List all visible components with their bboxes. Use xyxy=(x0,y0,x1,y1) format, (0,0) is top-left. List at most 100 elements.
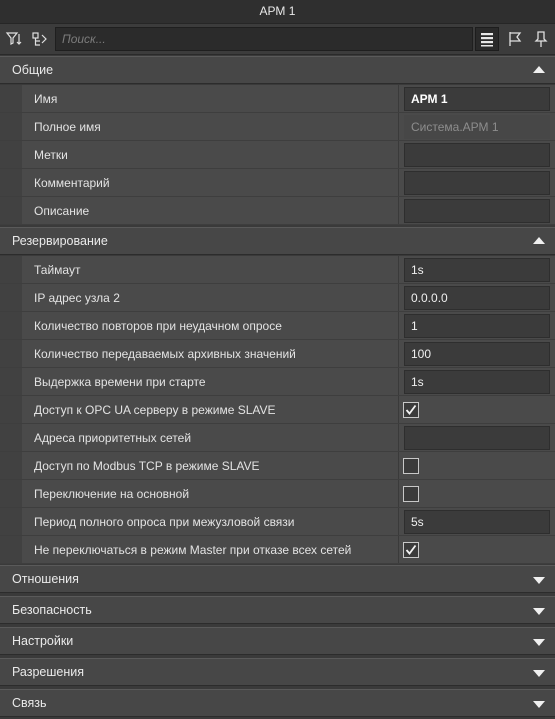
toolbar xyxy=(0,24,555,55)
column-divider[interactable] xyxy=(398,508,399,535)
section-header-general[interactable]: Общие xyxy=(0,56,555,84)
list-view-button[interactable] xyxy=(475,27,499,51)
column-divider[interactable] xyxy=(398,141,399,168)
property-label: Метки xyxy=(34,148,68,162)
flag-button[interactable] xyxy=(503,27,527,51)
expand-arrow-icon[interactable] xyxy=(533,577,545,584)
priority-networks-field[interactable] xyxy=(404,426,550,450)
section-title: Безопасность xyxy=(12,603,92,617)
node2-ip-field[interactable]: 0.0.0.0 xyxy=(404,286,550,310)
tree-collapse-icon xyxy=(32,32,47,46)
archive-count-field[interactable]: 100 xyxy=(404,342,550,366)
property-label: Доступ к OPC UA серверу в режиме SLAVE xyxy=(34,403,276,417)
collapse-arrow-icon[interactable] xyxy=(533,237,545,244)
property-label: Количество повторов при неудачном опросе xyxy=(34,319,282,333)
flag-icon xyxy=(509,32,522,46)
collapse-arrow-icon[interactable] xyxy=(533,66,545,73)
property-row-full-name: Полное имя Система.АРМ 1 xyxy=(0,113,555,141)
property-label: Адреса приоритетных сетей xyxy=(34,431,192,445)
pin-icon xyxy=(534,31,548,47)
property-label: Доступ по Modbus TCP в режиме SLAVE xyxy=(34,459,260,473)
full-name-field: Система.АРМ 1 xyxy=(404,115,550,139)
property-label: Период полного опроса при межузловой свя… xyxy=(34,515,295,529)
property-row-retry-count: Количество повторов при неудачном опросе… xyxy=(0,312,555,340)
property-row-no-master-switch: Не переключаться в режим Master при отка… xyxy=(0,536,555,564)
property-label: Полное имя xyxy=(34,120,101,134)
property-row-description: Описание xyxy=(0,197,555,225)
column-divider[interactable] xyxy=(398,113,399,140)
retry-count-field[interactable]: 1 xyxy=(404,314,550,338)
description-field[interactable] xyxy=(404,199,550,223)
column-divider[interactable] xyxy=(398,368,399,395)
property-row-timeout: Таймаут 1s xyxy=(0,256,555,284)
section-header-settings[interactable]: Настройки xyxy=(0,627,555,655)
property-row-archive-count: Количество передаваемых архивных значени… xyxy=(0,340,555,368)
column-divider[interactable] xyxy=(398,312,399,339)
window-title: АРМ 1 xyxy=(0,0,555,24)
pin-button[interactable] xyxy=(529,27,553,51)
search-input[interactable] xyxy=(55,27,473,51)
expand-arrow-icon[interactable] xyxy=(533,670,545,677)
expand-arrow-icon[interactable] xyxy=(533,639,545,646)
opcua-slave-checkbox[interactable] xyxy=(403,402,419,418)
property-row-name: Имя АРМ 1 xyxy=(0,85,555,113)
collapse-expand-button[interactable] xyxy=(28,27,52,51)
column-divider[interactable] xyxy=(398,197,399,224)
property-label: Не переключаться в режим Master при отка… xyxy=(34,543,352,557)
property-label: Описание xyxy=(34,204,90,218)
comment-field[interactable] xyxy=(404,171,550,195)
section-title: Резервирование xyxy=(12,234,108,248)
section-header-relations[interactable]: Отношения xyxy=(0,565,555,593)
section-title: Настройки xyxy=(12,634,74,648)
checkmark-icon xyxy=(405,404,417,415)
column-divider[interactable] xyxy=(398,452,399,479)
section-header-permissions[interactable]: Разрешения xyxy=(0,658,555,686)
tags-field[interactable] xyxy=(404,143,550,167)
timeout-field[interactable]: 1s xyxy=(404,258,550,282)
column-divider[interactable] xyxy=(398,536,399,563)
section-header-redundancy[interactable]: Резервирование xyxy=(0,227,555,255)
property-row-comment: Комментарий xyxy=(0,169,555,197)
checkmark-icon xyxy=(405,544,417,555)
property-label: Комментарий xyxy=(34,176,110,190)
property-row-tags: Метки xyxy=(0,141,555,169)
section-title: Связь xyxy=(12,696,47,710)
expand-arrow-icon[interactable] xyxy=(533,608,545,615)
expand-arrow-icon[interactable] xyxy=(533,701,545,708)
column-divider[interactable] xyxy=(398,340,399,367)
section-header-link[interactable]: Связь xyxy=(0,689,555,717)
modbus-slave-checkbox[interactable] xyxy=(403,458,419,474)
column-divider[interactable] xyxy=(398,424,399,451)
property-label: Переключение на основной xyxy=(34,487,190,501)
section-title: Общие xyxy=(12,63,54,77)
filter-icon xyxy=(5,32,22,45)
section-title: Разрешения xyxy=(12,665,85,679)
property-row-switch-to-primary: Переключение на основной xyxy=(0,480,555,508)
property-row-opcua-slave: Доступ к OPC UA серверу в режиме SLAVE xyxy=(0,396,555,424)
column-divider[interactable] xyxy=(398,85,399,112)
column-divider[interactable] xyxy=(398,396,399,423)
property-row-full-poll-period: Период полного опроса при межузловой свя… xyxy=(0,508,555,536)
property-row-startup-delay: Выдержка времени при старте 1s xyxy=(0,368,555,396)
startup-delay-field[interactable]: 1s xyxy=(404,370,550,394)
property-label: Таймаут xyxy=(34,263,81,277)
name-field[interactable]: АРМ 1 xyxy=(404,87,550,111)
column-divider[interactable] xyxy=(398,284,399,311)
no-master-switch-checkbox[interactable] xyxy=(403,542,419,558)
list-icon xyxy=(481,33,493,47)
column-divider[interactable] xyxy=(398,256,399,283)
property-label: Выдержка времени при старте xyxy=(34,375,206,389)
property-label: IP адрес узла 2 xyxy=(34,291,120,305)
property-row-node2-ip: IP адрес узла 2 0.0.0.0 xyxy=(0,284,555,312)
filter-sort-button[interactable] xyxy=(2,27,26,51)
property-row-modbus-slave: Доступ по Modbus TCP в режиме SLAVE xyxy=(0,452,555,480)
column-divider[interactable] xyxy=(398,169,399,196)
section-title: Отношения xyxy=(12,572,79,586)
column-divider[interactable] xyxy=(398,480,399,507)
full-poll-period-field[interactable]: 5s xyxy=(404,510,550,534)
switch-to-primary-checkbox[interactable] xyxy=(403,486,419,502)
property-row-priority-networks: Адреса приоритетных сетей xyxy=(0,424,555,452)
section-header-security[interactable]: Безопасность xyxy=(0,596,555,624)
property-label: Имя xyxy=(34,92,58,106)
property-label: Количество передаваемых архивных значени… xyxy=(34,347,296,361)
